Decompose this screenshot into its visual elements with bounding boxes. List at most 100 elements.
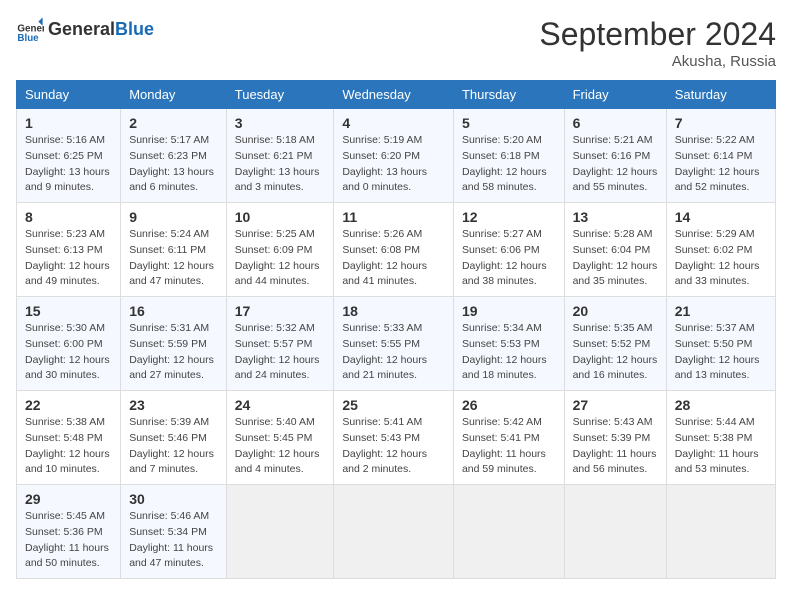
day-cell-22: 22 Sunrise: 5:38 AM Sunset: 5:48 PM Dayl… xyxy=(17,391,121,485)
title-block: September 2024 Akusha, Russia xyxy=(539,16,776,70)
col-wednesday: Wednesday xyxy=(334,81,454,109)
day-detail: Sunrise: 5:18 AM Sunset: 6:21 PM Dayligh… xyxy=(235,133,326,196)
day-number: 24 xyxy=(235,397,326,413)
day-number: 29 xyxy=(25,491,112,507)
day-cell-8: 8 Sunrise: 5:23 AM Sunset: 6:13 PM Dayli… xyxy=(17,203,121,297)
day-detail: Sunrise: 5:31 AM Sunset: 5:59 PM Dayligh… xyxy=(129,321,218,384)
svg-text:Blue: Blue xyxy=(17,33,39,44)
day-cell-18: 18 Sunrise: 5:33 AM Sunset: 5:55 PM Dayl… xyxy=(334,297,454,391)
day-detail: Sunrise: 5:20 AM Sunset: 6:18 PM Dayligh… xyxy=(462,133,556,196)
day-number: 16 xyxy=(129,303,218,319)
day-cell-29: 29 Sunrise: 5:45 AM Sunset: 5:36 PM Dayl… xyxy=(17,485,121,579)
day-detail: Sunrise: 5:33 AM Sunset: 5:55 PM Dayligh… xyxy=(342,321,445,384)
col-friday: Friday xyxy=(564,81,666,109)
day-detail: Sunrise: 5:30 AM Sunset: 6:00 PM Dayligh… xyxy=(25,321,112,384)
day-number: 1 xyxy=(25,115,112,131)
day-cell-27: 27 Sunrise: 5:43 AM Sunset: 5:39 PM Dayl… xyxy=(564,391,666,485)
day-number: 8 xyxy=(25,209,112,225)
day-number: 28 xyxy=(675,397,767,413)
day-number: 22 xyxy=(25,397,112,413)
empty-cell-w4-d6 xyxy=(666,485,775,579)
day-detail: Sunrise: 5:34 AM Sunset: 5:53 PM Dayligh… xyxy=(462,321,556,384)
day-detail: Sunrise: 5:19 AM Sunset: 6:20 PM Dayligh… xyxy=(342,133,445,196)
day-detail: Sunrise: 5:17 AM Sunset: 6:23 PM Dayligh… xyxy=(129,133,218,196)
logo: General Blue GeneralBlue xyxy=(16,16,154,44)
day-detail: Sunrise: 5:24 AM Sunset: 6:11 PM Dayligh… xyxy=(129,227,218,290)
day-detail: Sunrise: 5:23 AM Sunset: 6:13 PM Dayligh… xyxy=(25,227,112,290)
day-cell-23: 23 Sunrise: 5:39 AM Sunset: 5:46 PM Dayl… xyxy=(121,391,227,485)
day-detail: Sunrise: 5:28 AM Sunset: 6:04 PM Dayligh… xyxy=(573,227,658,290)
day-cell-6: 6 Sunrise: 5:21 AM Sunset: 6:16 PM Dayli… xyxy=(564,109,666,203)
day-cell-12: 12 Sunrise: 5:27 AM Sunset: 6:06 PM Dayl… xyxy=(453,203,564,297)
day-number: 10 xyxy=(235,209,326,225)
day-number: 5 xyxy=(462,115,556,131)
empty-cell-w4-d2 xyxy=(226,485,334,579)
day-number: 17 xyxy=(235,303,326,319)
empty-cell-w4-d4 xyxy=(453,485,564,579)
day-cell-20: 20 Sunrise: 5:35 AM Sunset: 5:52 PM Dayl… xyxy=(564,297,666,391)
day-number: 27 xyxy=(573,397,658,413)
day-cell-28: 28 Sunrise: 5:44 AM Sunset: 5:38 PM Dayl… xyxy=(666,391,775,485)
day-cell-3: 3 Sunrise: 5:18 AM Sunset: 6:21 PM Dayli… xyxy=(226,109,334,203)
day-detail: Sunrise: 5:35 AM Sunset: 5:52 PM Dayligh… xyxy=(573,321,658,384)
day-cell-11: 11 Sunrise: 5:26 AM Sunset: 6:08 PM Dayl… xyxy=(334,203,454,297)
col-monday: Monday xyxy=(121,81,227,109)
day-cell-14: 14 Sunrise: 5:29 AM Sunset: 6:02 PM Dayl… xyxy=(666,203,775,297)
day-number: 6 xyxy=(573,115,658,131)
day-number: 12 xyxy=(462,209,556,225)
day-detail: Sunrise: 5:38 AM Sunset: 5:48 PM Dayligh… xyxy=(25,415,112,478)
empty-cell-w4-d5 xyxy=(564,485,666,579)
day-detail: Sunrise: 5:21 AM Sunset: 6:16 PM Dayligh… xyxy=(573,133,658,196)
day-detail: Sunrise: 5:32 AM Sunset: 5:57 PM Dayligh… xyxy=(235,321,326,384)
week-row-3: 15 Sunrise: 5:30 AM Sunset: 6:00 PM Dayl… xyxy=(17,297,776,391)
week-row-1: 1 Sunrise: 5:16 AM Sunset: 6:25 PM Dayli… xyxy=(17,109,776,203)
day-cell-10: 10 Sunrise: 5:25 AM Sunset: 6:09 PM Dayl… xyxy=(226,203,334,297)
day-detail: Sunrise: 5:42 AM Sunset: 5:41 PM Dayligh… xyxy=(462,415,556,478)
day-number: 3 xyxy=(235,115,326,131)
day-detail: Sunrise: 5:45 AM Sunset: 5:36 PM Dayligh… xyxy=(25,509,112,572)
day-cell-21: 21 Sunrise: 5:37 AM Sunset: 5:50 PM Dayl… xyxy=(666,297,775,391)
day-cell-30: 30 Sunrise: 5:46 AM Sunset: 5:34 PM Dayl… xyxy=(121,485,227,579)
day-detail: Sunrise: 5:25 AM Sunset: 6:09 PM Dayligh… xyxy=(235,227,326,290)
day-cell-16: 16 Sunrise: 5:31 AM Sunset: 5:59 PM Dayl… xyxy=(121,297,227,391)
day-detail: Sunrise: 5:22 AM Sunset: 6:14 PM Dayligh… xyxy=(675,133,767,196)
col-tuesday: Tuesday xyxy=(226,81,334,109)
day-cell-4: 4 Sunrise: 5:19 AM Sunset: 6:20 PM Dayli… xyxy=(334,109,454,203)
day-detail: Sunrise: 5:39 AM Sunset: 5:46 PM Dayligh… xyxy=(129,415,218,478)
day-detail: Sunrise: 5:16 AM Sunset: 6:25 PM Dayligh… xyxy=(25,133,112,196)
day-number: 30 xyxy=(129,491,218,507)
day-number: 15 xyxy=(25,303,112,319)
day-detail: Sunrise: 5:41 AM Sunset: 5:43 PM Dayligh… xyxy=(342,415,445,478)
col-saturday: Saturday xyxy=(666,81,775,109)
location: Akusha, Russia xyxy=(539,53,776,70)
day-detail: Sunrise: 5:40 AM Sunset: 5:45 PM Dayligh… xyxy=(235,415,326,478)
logo-text: GeneralBlue xyxy=(48,20,154,40)
month-title: September 2024 xyxy=(539,16,776,53)
day-detail: Sunrise: 5:37 AM Sunset: 5:50 PM Dayligh… xyxy=(675,321,767,384)
day-cell-25: 25 Sunrise: 5:41 AM Sunset: 5:43 PM Dayl… xyxy=(334,391,454,485)
day-detail: Sunrise: 5:29 AM Sunset: 6:02 PM Dayligh… xyxy=(675,227,767,290)
day-number: 14 xyxy=(675,209,767,225)
week-row-2: 8 Sunrise: 5:23 AM Sunset: 6:13 PM Dayli… xyxy=(17,203,776,297)
day-cell-9: 9 Sunrise: 5:24 AM Sunset: 6:11 PM Dayli… xyxy=(121,203,227,297)
day-cell-17: 17 Sunrise: 5:32 AM Sunset: 5:57 PM Dayl… xyxy=(226,297,334,391)
day-number: 21 xyxy=(675,303,767,319)
day-number: 23 xyxy=(129,397,218,413)
page-header: General Blue GeneralBlue September 2024 … xyxy=(16,16,776,70)
day-number: 7 xyxy=(675,115,767,131)
day-number: 4 xyxy=(342,115,445,131)
week-row-4: 22 Sunrise: 5:38 AM Sunset: 5:48 PM Dayl… xyxy=(17,391,776,485)
day-detail: Sunrise: 5:44 AM Sunset: 5:38 PM Dayligh… xyxy=(675,415,767,478)
day-detail: Sunrise: 5:46 AM Sunset: 5:34 PM Dayligh… xyxy=(129,509,218,572)
day-number: 13 xyxy=(573,209,658,225)
day-detail: Sunrise: 5:26 AM Sunset: 6:08 PM Dayligh… xyxy=(342,227,445,290)
day-number: 9 xyxy=(129,209,218,225)
day-number: 26 xyxy=(462,397,556,413)
calendar-table: Sunday Monday Tuesday Wednesday Thursday… xyxy=(16,80,776,579)
day-cell-24: 24 Sunrise: 5:40 AM Sunset: 5:45 PM Dayl… xyxy=(226,391,334,485)
col-sunday: Sunday xyxy=(17,81,121,109)
day-cell-13: 13 Sunrise: 5:28 AM Sunset: 6:04 PM Dayl… xyxy=(564,203,666,297)
day-number: 20 xyxy=(573,303,658,319)
week-row-5: 29 Sunrise: 5:45 AM Sunset: 5:36 PM Dayl… xyxy=(17,485,776,579)
day-detail: Sunrise: 5:27 AM Sunset: 6:06 PM Dayligh… xyxy=(462,227,556,290)
